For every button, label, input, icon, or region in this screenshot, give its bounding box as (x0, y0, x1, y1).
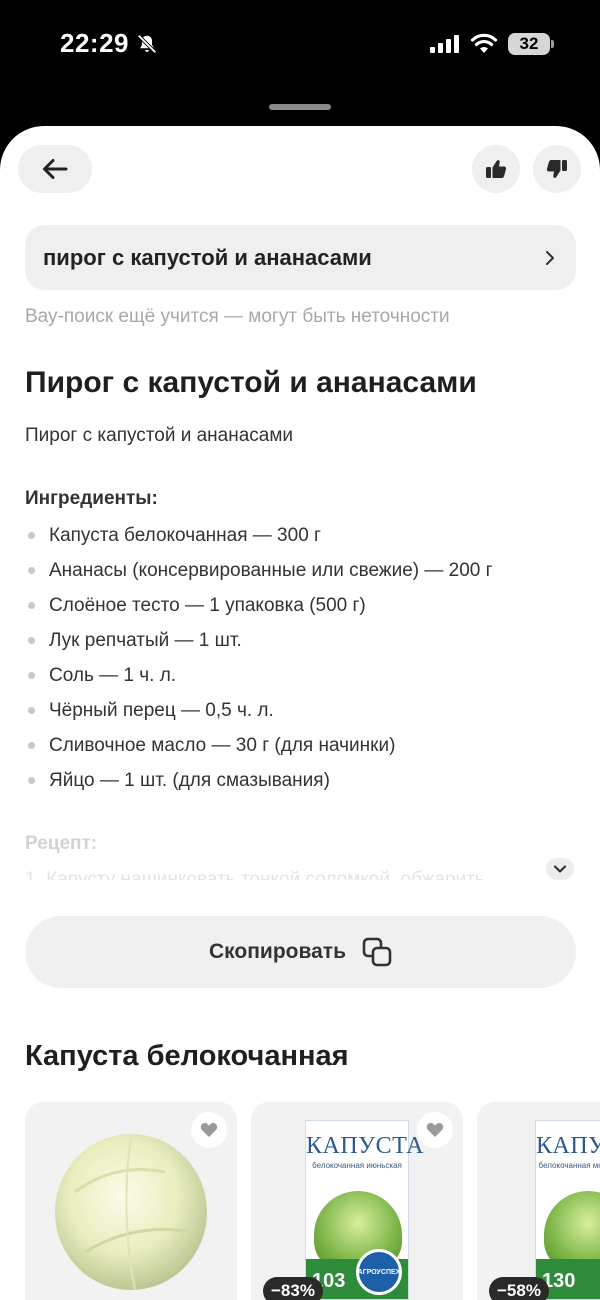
wifi-icon (470, 33, 498, 53)
bullet (28, 567, 35, 574)
status-time: 22:29 (60, 28, 129, 58)
arrow-left-icon (43, 159, 68, 179)
seed-pack-image: КАПУСТА белокочанная московская 130 (535, 1120, 600, 1300)
status-bar: 22:29 32 (0, 0, 600, 90)
copy-button[interactable]: Скопировать (25, 916, 576, 988)
thumbs-down-icon (546, 160, 567, 178)
copy-button-label: Скопировать (209, 940, 346, 963)
silent-bell-icon (137, 34, 157, 54)
discount-badge: −58% (489, 1277, 549, 1300)
recipe-description: Пирог с капустой и ананасами (25, 425, 294, 446)
recipe-step-faded: 1. Капусту нашинковать тонкой соломкой, … (25, 869, 485, 880)
chevron-down-icon (553, 865, 567, 873)
expand-recipe-button[interactable] (546, 858, 574, 880)
bullet (28, 637, 35, 644)
brand-badge: АГРОУСПЕХ (356, 1249, 402, 1295)
bullet (28, 777, 35, 784)
seed-pack-image: КАПУСТА белокочанная июньская 103 АГРОУС… (305, 1120, 423, 1300)
beta-disclaimer: Вау-поиск ещё учится — могут быть неточн… (25, 306, 450, 327)
battery-tip (551, 40, 554, 48)
ingredients-heading: Ингредиенты: (25, 488, 158, 509)
product-card[interactable] (25, 1102, 237, 1300)
bullet (28, 532, 35, 539)
product-card[interactable]: КАПУСТА белокочанная июньская 103 АГРОУС… (251, 1102, 463, 1300)
products-carousel[interactable]: КАПУСТА белокочанная июньская 103 АГРОУС… (25, 1102, 600, 1300)
sheet-grabber[interactable] (269, 104, 331, 110)
bullet (28, 742, 35, 749)
favorite-button[interactable] (417, 1112, 453, 1148)
favorite-button[interactable] (191, 1112, 227, 1148)
ingredient-item: Соль — 1 ч. л. (25, 658, 585, 693)
products-section-title: Капуста белокочанная (25, 1040, 349, 1072)
battery-indicator: 32 (508, 33, 550, 55)
ingredient-item: Ананасы (консервированные или свежие) — … (25, 553, 585, 588)
like-button[interactable] (472, 145, 520, 193)
thumbs-up-icon (486, 160, 507, 178)
chevron-right-icon (546, 250, 554, 265)
ingredient-item: Лук репчатый — 1 шт. (25, 623, 585, 658)
ingredient-item: Яйцо — 1 шт. (для смазывания) (25, 763, 585, 798)
ingredients-list: Капуста белокочанная — 300 г Ананасы (ко… (25, 518, 585, 798)
ingredient-item: Чёрный перец — 0,5 ч. л. (25, 693, 585, 728)
ingredient-item: Капуста белокочанная — 300 г (25, 518, 585, 553)
search-query-text: пирог с капустой и ананасами (43, 244, 372, 270)
search-query-bar[interactable]: пирог с капустой и ананасами (25, 225, 576, 290)
signal-icon (430, 35, 459, 53)
product-card[interactable]: КАПУСТА белокочанная московская 130 −58% (477, 1102, 600, 1300)
bullet (28, 672, 35, 679)
back-button[interactable] (18, 145, 92, 193)
discount-badge: −83% (263, 1277, 323, 1300)
heart-icon (200, 1123, 218, 1137)
bullet (28, 602, 35, 609)
bullet (28, 707, 35, 714)
ingredient-item: Слоёное тесто — 1 упаковка (500 г) (25, 588, 585, 623)
dislike-button[interactable] (533, 145, 581, 193)
bottom-sheet: пирог с капустой и ананасами Вау-поиск е… (0, 126, 600, 1300)
heart-icon (426, 1123, 444, 1137)
recipe-title: Пирог с капустой и ананасами (25, 366, 477, 399)
ingredient-item: Сливочное масло — 30 г (для начинки) (25, 728, 585, 763)
copy-icon (362, 937, 392, 967)
recipe-steps-heading: Рецепт: (25, 833, 98, 854)
